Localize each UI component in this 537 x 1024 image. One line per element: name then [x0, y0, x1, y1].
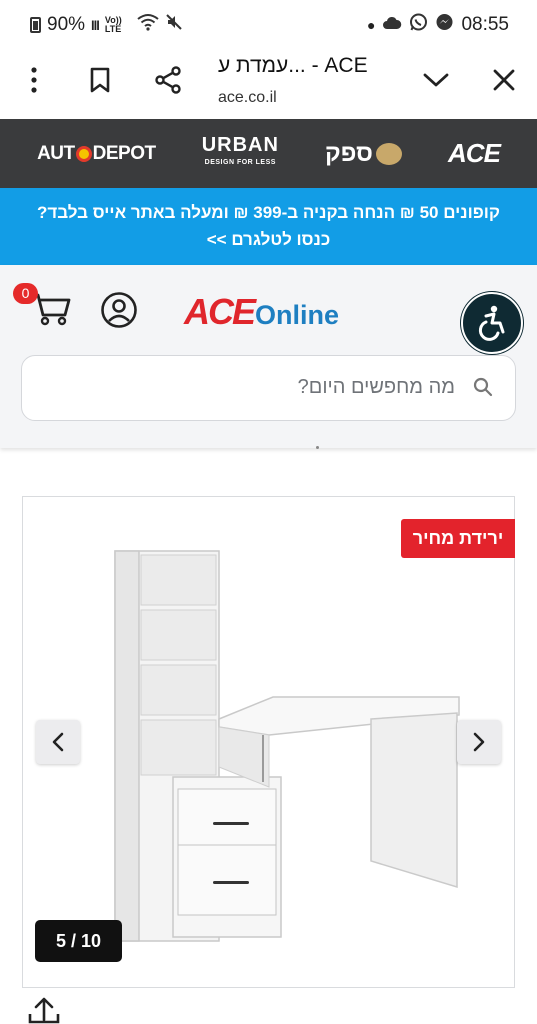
share-icon[interactable]: [150, 62, 186, 98]
messenger-icon: [435, 13, 454, 38]
site-logo[interactable]: ACE Online: [184, 291, 339, 333]
whatsapp-icon: [409, 13, 428, 38]
sapak-logo-icon: [375, 142, 402, 165]
chevron-down-icon[interactable]: [420, 64, 452, 96]
page: 90% lll Vo)) LTE ● 08:55 עמדת ע... - ACE…: [0, 0, 537, 1024]
autodepot-logo-icon: [75, 145, 92, 162]
product-gallery[interactable]: [22, 496, 515, 988]
bookmark-icon[interactable]: [86, 64, 114, 96]
logo-online: Online: [255, 300, 340, 330]
brand-sapak-name: ספק: [325, 139, 373, 167]
brands-bar: AUT DEPOT URBAN DESIGN FOR LESS ספק ACE: [0, 119, 537, 188]
chevron-right-icon: [473, 732, 485, 752]
chevron-left-icon: [52, 732, 64, 752]
brand-urban-link[interactable]: URBAN DESIGN FOR LESS: [201, 133, 279, 172]
wifi-icon: [137, 13, 159, 37]
brand-urban-tagline: DESIGN FOR LESS: [204, 158, 276, 166]
cloud-icon: [382, 14, 402, 36]
close-icon[interactable]: [488, 64, 520, 96]
network-label: Vo)) LTE: [104, 15, 122, 34]
mute-icon: [165, 13, 183, 37]
signal-icon: lll: [91, 17, 100, 33]
status-bar: 90% lll Vo)) LTE ● 08:55: [0, 0, 537, 50]
search-input[interactable]: מה מחפשים היום?: [21, 355, 516, 421]
battery-level: 90%: [47, 14, 86, 35]
accessibility-icon[interactable]: [461, 292, 523, 354]
brand-autodepot-part1: AUT: [37, 142, 75, 164]
status-left: 90% lll Vo)) LTE: [30, 13, 183, 37]
promo-line-1: קופונים 50 ₪ הנחה בקניה ב-399 ₪ ומעלה בא…: [36, 203, 501, 222]
brand-ace-link[interactable]: ACE: [448, 138, 501, 169]
search-placeholder: מה מחפשים היום?: [297, 376, 455, 398]
brand-sapak-link[interactable]: ספק: [325, 140, 402, 168]
cart-count-badge: 0: [13, 283, 38, 304]
search-icon[interactable]: [473, 377, 493, 402]
user-icon[interactable]: [100, 291, 138, 334]
more-icon[interactable]: [22, 64, 46, 96]
gallery-prev-button[interactable]: [36, 720, 80, 764]
url-text[interactable]: ace.co.il: [218, 89, 277, 107]
share-upload-icon[interactable]: [27, 996, 61, 1024]
divider-dot: [316, 446, 319, 449]
battery-icon: [30, 17, 41, 33]
logo-ace: ACE: [184, 291, 256, 332]
price-drop-badge: ירידת מחיר: [401, 519, 515, 558]
clock: 08:55: [461, 14, 509, 35]
brand-autodepot-link[interactable]: AUT DEPOT: [37, 143, 156, 165]
brand-autodepot-part2: DEPOT: [92, 142, 156, 164]
promo-line-2: כנסו לטלגרם >>: [206, 230, 331, 249]
browser-toolbar: עמדת ע... - ACE ace.co.il: [0, 50, 537, 118]
dot-icon: ●: [366, 17, 376, 33]
gallery-next-button[interactable]: [457, 720, 501, 764]
brand-urban-name: URBAN: [201, 133, 279, 156]
site-header: ACE Online מה מחפשים היום?: [0, 265, 537, 448]
page-title[interactable]: עמדת ע... - ACE: [218, 54, 368, 78]
product-image[interactable]: [23, 497, 516, 989]
promo-banner[interactable]: קופונים 50 ₪ הנחה בקניה ב-399 ₪ ומעלה בא…: [0, 188, 537, 265]
image-counter: 5 / 10: [35, 920, 122, 962]
status-right: ● 08:55: [367, 13, 509, 38]
